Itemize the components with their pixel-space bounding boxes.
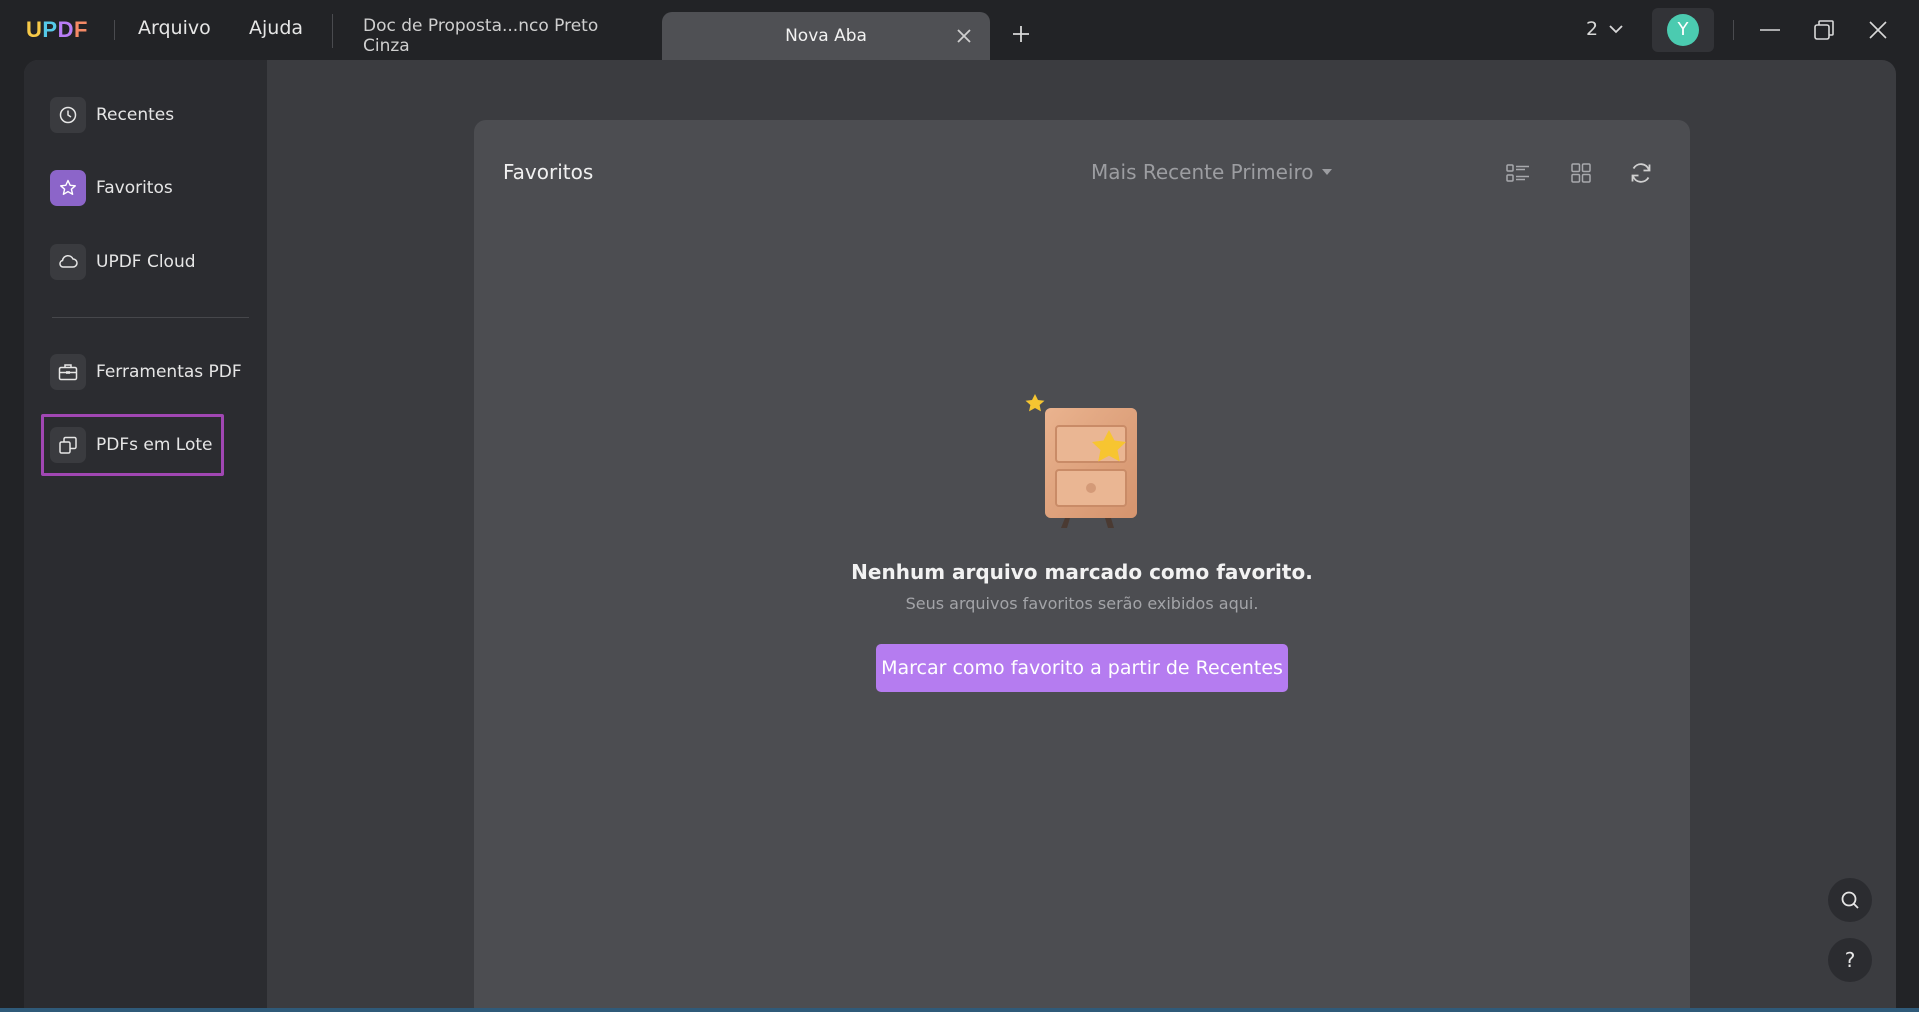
close-tab-icon[interactable]	[954, 26, 974, 46]
tab-label: Doc de Proposta...nco Preto Cinza	[363, 16, 599, 56]
tab-document[interactable]: Doc de Proposta...nco Preto Cinza	[338, 12, 650, 60]
clock-icon	[50, 97, 86, 133]
help-button[interactable]: ?	[1828, 938, 1872, 982]
tab-count: 2	[1586, 18, 1599, 40]
restore-icon[interactable]	[1810, 16, 1838, 44]
close-window-icon[interactable]	[1864, 16, 1892, 44]
empty-state-title: Nenhum arquivo marcado como favorito.	[851, 560, 1313, 584]
sidebar-item-label: Favoritos	[96, 178, 173, 198]
page-title: Favoritos	[503, 160, 594, 184]
tab-label: Nova Aba	[785, 26, 867, 46]
sidebar-item-label: Ferramentas PDF	[96, 362, 242, 382]
logo-letter: P	[42, 17, 58, 42]
star-icon	[50, 170, 86, 206]
divider	[1733, 20, 1734, 40]
favorites-panel: Favoritos Mais Recente Primeiro Nenhum a…	[474, 120, 1690, 1012]
logo-letter: F	[73, 17, 88, 42]
sidebar: Recentes Favoritos UPDF Cloud Ferramenta…	[24, 60, 267, 1012]
menu-ajuda[interactable]: Ajuda	[249, 17, 303, 39]
caret-down-icon	[1322, 169, 1333, 175]
new-tab-icon[interactable]	[1009, 22, 1033, 46]
account-button[interactable]: Y	[1652, 8, 1714, 52]
sidebar-item-label: PDFs em Lote	[96, 435, 213, 455]
bottom-accent-line	[0, 1008, 1919, 1012]
sidebar-item-ferramentas-pdf[interactable]: Ferramentas PDF	[50, 348, 250, 396]
title-bar: UPDF Arquivo Ajuda Doc de Proposta...nco…	[0, 0, 1919, 60]
minimize-icon[interactable]	[1756, 16, 1784, 44]
mark-favorite-from-recents-button[interactable]: Marcar como favorito a partir de Recente…	[876, 644, 1288, 692]
chevron-down-icon	[1609, 25, 1623, 34]
empty-state-subtitle: Seus arquivos favoritos serão exibidos a…	[905, 594, 1259, 613]
search-icon	[1841, 891, 1859, 909]
divider	[114, 20, 115, 40]
sidebar-item-pdfs-em-lote[interactable]: PDFs em Lote	[50, 421, 250, 469]
list-view-icon[interactable]	[1503, 158, 1533, 188]
refresh-icon[interactable]	[1626, 158, 1656, 188]
help-icon: ?	[1844, 948, 1856, 972]
sidebar-item-updf-cloud[interactable]: UPDF Cloud	[50, 238, 250, 286]
main-frame: Recentes Favoritos UPDF Cloud Ferramenta…	[24, 60, 1896, 1012]
sidebar-item-label: Recentes	[96, 105, 175, 125]
cloud-icon	[50, 244, 86, 280]
batch-copy-icon	[50, 427, 86, 463]
sidebar-item-label: UPDF Cloud	[96, 252, 196, 272]
updf-logo: UPDF	[26, 17, 88, 43]
sort-dropdown[interactable]: Mais Recente Primeiro	[1091, 160, 1333, 184]
avatar: Y	[1667, 14, 1699, 46]
logo-letter: D	[57, 17, 74, 42]
sort-label: Mais Recente Primeiro	[1091, 160, 1314, 184]
divider	[332, 14, 333, 48]
sidebar-item-recentes[interactable]: Recentes	[50, 91, 250, 139]
search-button[interactable]	[1828, 878, 1872, 922]
tab-count-dropdown[interactable]: 2	[1586, 18, 1624, 40]
grid-view-icon[interactable]	[1566, 158, 1596, 188]
empty-favorites-illustration	[1025, 394, 1137, 528]
toolbox-icon	[50, 354, 86, 390]
tab-nova-aba[interactable]: Nova Aba	[662, 12, 990, 60]
logo-letter: U	[26, 17, 43, 42]
menu-arquivo[interactable]: Arquivo	[138, 17, 211, 39]
sidebar-divider	[52, 317, 249, 318]
sidebar-item-favoritos[interactable]: Favoritos	[50, 164, 250, 212]
